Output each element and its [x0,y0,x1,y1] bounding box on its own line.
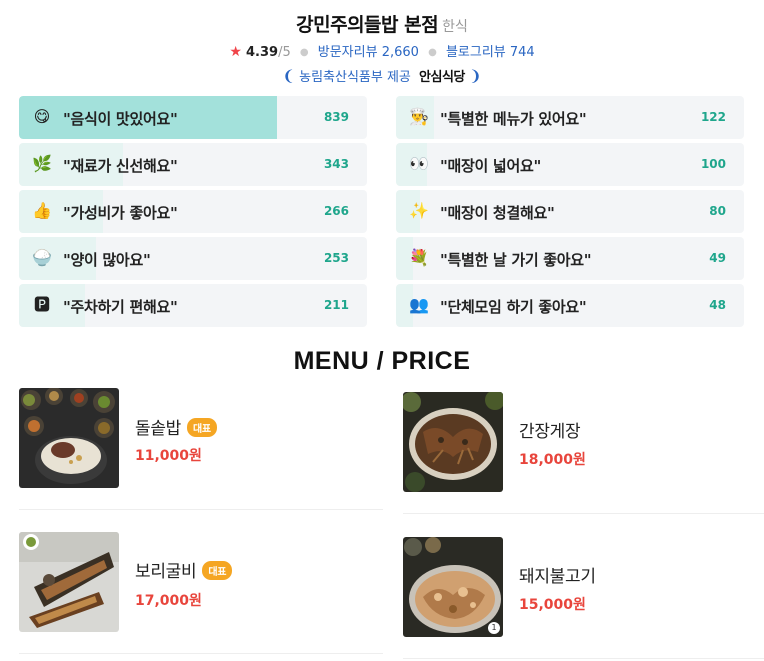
stat-count: 100 [700,157,726,171]
restaurant-category: 한식 [442,19,468,35]
stat-label: "음식이 맛있어요" [63,110,178,128]
stat-item: 💐 "특별한 날 가기 좋아요" 49 [396,237,744,280]
menu-item[interactable]: 돌솥밥 대표 11,000원 [19,388,391,510]
separator-dot: ● [428,47,437,58]
stat-label: "가성비가 좋아요" [63,204,178,222]
stat-item: 👍 "가성비가 좋아요" 266 [19,190,367,233]
certification-prefix: 농림축산식품부 제공 [299,70,411,85]
stat-item: 👥 "단체모임 하기 좋아요" 48 [396,284,744,327]
thumbs-up-emoji-icon: 👍 [32,201,52,220]
restaurant-meta: ★ 4.39/5 ● 방문자리뷰 2,660 ● 블로그리뷰 744 [0,41,764,60]
stat-label: "특별한 날 가기 좋아요" [440,251,592,269]
eyes-emoji-icon: 👀 [409,154,429,173]
menu-heading: MENU / PRICE [293,347,471,375]
divider [403,513,764,514]
chef-emoji-icon: 👨‍🍳 [409,107,429,126]
stat-count: 343 [323,157,349,171]
stat-label: "매장이 넓어요" [440,157,541,175]
blog-reviews-link[interactable]: 블로그리뷰 744 [446,45,535,60]
soy-crab-photo[interactable] [403,392,503,492]
menu-item[interactable]: 1 돼지불고기 15,000원 [403,537,764,659]
stat-count: 49 [709,251,726,265]
certification-badge[interactable]: ❨ 농림축산식품부 제공 안심식당 ❩ [0,66,764,85]
stat-label: "단체모임 하기 좋아요" [440,298,587,316]
group-emoji-icon: 👥 [409,295,429,314]
restaurant-title-row: 강민주의들밥 본점 한식 [0,10,764,37]
star-icon: ★ [229,44,242,60]
stat-item: 🌿 "재료가 신선해요" 343 [19,143,367,186]
divider [19,653,383,654]
stat-item: 😋 "음식이 맛있어요" 839 [19,96,367,139]
stat-count: 253 [323,251,349,265]
rating-max: /5 [278,45,291,60]
stat-item: 🅿 "주차하기 편해요" 211 [19,284,367,327]
tasty-emoji-icon: 😋 [33,107,51,126]
certification-name: 안심식당 [419,70,465,85]
laurel-right-icon: ❩ [469,67,482,85]
stat-count: 211 [323,298,349,312]
menu-item[interactable]: 간장게장 18,000원 [403,392,764,514]
divider [403,658,764,659]
menu-item-price: 15,000원 [519,597,586,613]
laurel-left-icon: ❨ [282,67,295,85]
bouquet-emoji-icon: 💐 [409,248,429,267]
stat-label: "주차하기 편해요" [63,298,178,316]
photo-count-badge: 1 [488,622,500,634]
menu-item-name[interactable]: 돌솥밥 대표 [135,414,217,439]
restaurant-name: 강민주의들밥 본점 [296,14,439,36]
separator-dot: ● [299,47,309,58]
menu-item-price: 18,000원 [519,452,586,468]
stone-pot-rice-photo[interactable] [19,388,119,488]
stat-item: ✨ "매장이 청결해요" 80 [396,190,744,233]
stat-label: "양이 많아요" [63,251,151,269]
stat-count: 80 [709,204,726,218]
rating-value: 4.39 [246,45,279,60]
stat-item: 🍚 "양이 많아요" 253 [19,237,367,280]
menu-item-name[interactable]: 간장게장 [519,417,581,442]
visitor-reviews-link[interactable]: 방문자리뷰 2,660 [318,45,419,60]
leaf-emoji-icon: 🌿 [32,154,52,173]
menu-item-price: 17,000원 [135,593,202,609]
stat-label: "특별한 메뉴가 있어요" [440,110,587,128]
divider [19,509,383,510]
stat-label: "매장이 청결해요" [440,204,555,222]
dried-croaker-photo[interactable] [19,532,119,632]
menu-item-name[interactable]: 돼지불고기 [519,562,596,587]
stat-item: 👀 "매장이 넓어요" 100 [396,143,744,186]
rice-bowl-emoji-icon: 🍚 [32,248,52,267]
stat-count: 48 [709,298,726,312]
menu-item-name[interactable]: 보리굴비 대표 [135,557,233,582]
stat-label: "재료가 신선해요" [63,157,178,175]
representative-badge: 대표 [202,561,233,580]
stat-count: 266 [323,204,349,218]
parking-emoji-icon: 🅿 [33,295,50,314]
pork-bulgogi-photo[interactable]: 1 [403,537,503,637]
stat-count: 839 [323,110,349,124]
stat-item: 👨‍🍳 "특별한 메뉴가 있어요" 122 [396,96,744,139]
sparkles-emoji-icon: ✨ [409,201,429,220]
representative-badge: 대표 [187,418,217,437]
menu-item-price: 11,000원 [135,448,202,464]
stat-count: 122 [700,110,726,124]
menu-item[interactable]: 보리굴비 대표 17,000원 [19,532,391,654]
